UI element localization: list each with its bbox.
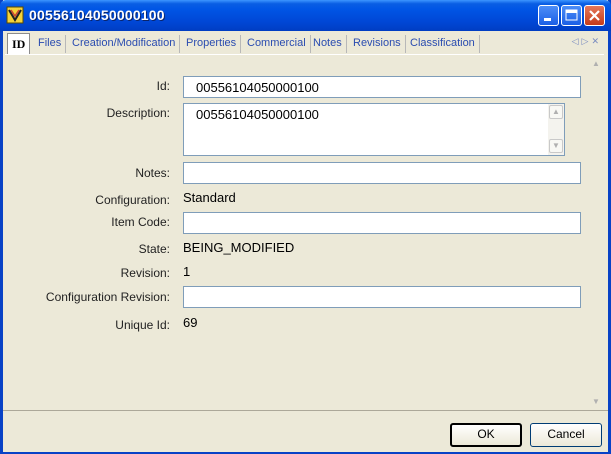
state-value: BEING_MODIFIED <box>183 240 295 255</box>
description-scrollbar[interactable]: ▲ ▼ <box>548 104 564 155</box>
item-code-field[interactable] <box>183 212 581 234</box>
id-label: Id: <box>156 79 170 93</box>
state-label: State: <box>138 242 170 256</box>
tab-scroll-controls: ◁▷✕ <box>572 36 602 47</box>
close-icon <box>589 10 600 21</box>
tab-files[interactable]: Files <box>34 35 67 53</box>
revision-label: Revision: <box>120 266 170 280</box>
tab-scroll-left-icon[interactable]: ◁ <box>572 36 582 46</box>
description-text: 00556104050000100 <box>196 107 319 122</box>
tab-commercial[interactable]: Commercial <box>243 35 311 53</box>
tab-scroll-right-icon[interactable]: ▷ <box>582 36 592 46</box>
revision-value: 1 <box>183 264 191 279</box>
dialog-window: 00556104050000100 ID Files Creation/Modi… <box>0 0 611 454</box>
maximize-icon <box>565 9 578 21</box>
tab-classification[interactable]: Classification <box>406 35 480 53</box>
scroll-up-icon[interactable]: ▲ <box>549 105 563 119</box>
window-title: 00556104050000100 <box>29 7 165 23</box>
panel-scrollbar[interactable]: ▲ ▼ <box>588 55 604 410</box>
id-panel: Id: 00556104050000100 Description: 00556… <box>5 54 604 410</box>
tab-notes[interactable]: Notes <box>309 35 347 53</box>
minimize-button[interactable] <box>538 5 559 26</box>
notes-label: Notes: <box>135 166 170 180</box>
app-icon <box>6 6 24 24</box>
notes-field[interactable] <box>183 162 581 184</box>
panel-scroll-up-icon[interactable]: ▲ <box>588 57 604 71</box>
description-label: Description: <box>106 106 170 120</box>
scroll-down-icon[interactable]: ▼ <box>549 139 563 153</box>
unique-id-value: 69 <box>183 315 198 330</box>
close-button[interactable] <box>584 5 605 26</box>
item-code-label: Item Code: <box>111 215 170 229</box>
title-bar[interactable]: 00556104050000100 <box>0 0 611 31</box>
minimize-icon <box>544 18 551 21</box>
tab-id[interactable]: ID <box>7 33 31 54</box>
tab-properties[interactable]: Properties <box>182 35 242 53</box>
configuration-revision-label: Configuration Revision: <box>45 290 170 304</box>
tab-revisions[interactable]: Revisions <box>349 35 406 53</box>
description-field[interactable]: 00556104050000100 ▲ ▼ <box>183 103 565 156</box>
tab-creation-modification[interactable]: Creation/Modification <box>68 35 181 53</box>
tab-close-icon[interactable]: ✕ <box>591 36 602 46</box>
maximize-button[interactable] <box>561 5 582 26</box>
configuration-value: Standard <box>183 190 236 205</box>
tab-strip: ID Files Creation/Modification Propertie… <box>3 32 608 54</box>
configuration-revision-field[interactable] <box>183 286 581 308</box>
id-field[interactable]: 00556104050000100 <box>183 76 581 98</box>
configuration-label: Configuration: <box>95 193 170 207</box>
button-bar: OK Cancel <box>3 410 608 452</box>
panel-scroll-down-icon[interactable]: ▼ <box>588 395 604 409</box>
cancel-button[interactable]: Cancel <box>530 423 602 447</box>
unique-id-label: Unique Id: <box>115 318 170 332</box>
ok-button[interactable]: OK <box>450 423 522 447</box>
